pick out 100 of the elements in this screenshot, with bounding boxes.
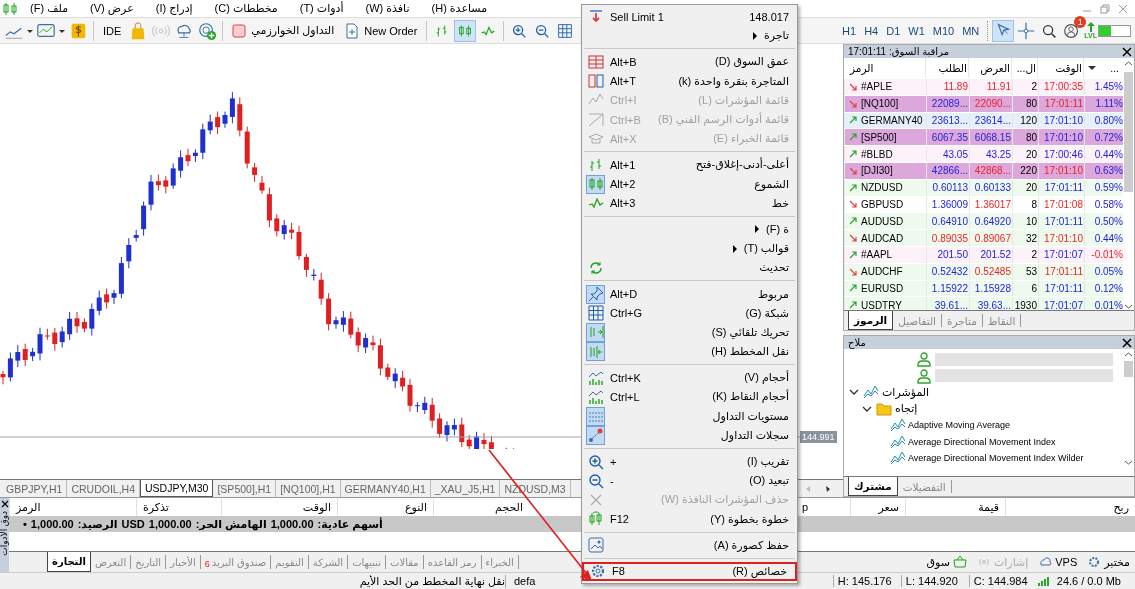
tree-item[interactable]: Average Directional Movement Index bbox=[908, 436, 1056, 447]
column-header[interactable]: العرض bbox=[968, 58, 1011, 78]
table-cell: 20 bbox=[1012, 179, 1038, 196]
algo-trading-button[interactable]: التداول الخوارزمي bbox=[227, 20, 340, 41]
menu-item[interactable]: مساعدة (H) bbox=[419, 2, 498, 15]
symbol-cell: AUDCAD bbox=[861, 232, 904, 244]
table-cell: 0.50% bbox=[1084, 213, 1124, 230]
table-row[interactable]: #BLBD 43.05 43.25 20 17:00:46 0.44% bbox=[844, 146, 1123, 163]
table-cell: 17:00:35 bbox=[1038, 79, 1084, 95]
timeframe-button[interactable]: H1 bbox=[839, 21, 860, 40]
table-cell: 220 bbox=[1012, 163, 1038, 179]
table-cell: 201.52 bbox=[969, 246, 1012, 263]
table-cell: 1.15928 bbox=[969, 280, 1012, 297]
table-cell: -0.01% bbox=[1084, 246, 1124, 263]
table-cell: 17:01:11 bbox=[1038, 95, 1084, 112]
table-cell: 0.64920 bbox=[969, 213, 1012, 230]
panel-tab[interactable]: VPS bbox=[1033, 555, 1083, 569]
timeframe-button[interactable]: M10 bbox=[929, 21, 958, 40]
table-cell: 17:01:11 bbox=[1038, 213, 1084, 230]
column-header[interactable]: الوقت bbox=[1037, 58, 1083, 78]
symbol-cell: AUDCHF bbox=[861, 266, 903, 278]
table-row[interactable]: AUDCAD 0.89035 0.89067 32 17:01:10 0.44% bbox=[844, 230, 1123, 247]
tree-item[interactable]: إتجاه bbox=[895, 402, 918, 416]
tree-item[interactable]: Adaptive Moving Average bbox=[908, 420, 1010, 431]
table-cell: 23614... bbox=[969, 112, 1012, 129]
panel-title: مراقبة السوق: 17:01:11 bbox=[848, 46, 949, 57]
table-cell: 1.36009 bbox=[926, 196, 969, 213]
price-label: 144.991 bbox=[800, 431, 837, 443]
menu-item[interactable]: قوالب (T) bbox=[582, 239, 797, 259]
table-row[interactable]: USDTRY 39.61... 39.63... 1930 17:01:07 0.01% bbox=[844, 297, 1123, 310]
table-cell: 0.60113 bbox=[926, 179, 969, 196]
table-cell: 0.52432 bbox=[926, 263, 969, 280]
tree-item[interactable]: Average Directional Movement Index Wilder bbox=[908, 453, 1084, 464]
menu-item[interactable]: Sell Limit 1 148.017 bbox=[582, 7, 797, 27]
table-cell: 80 bbox=[1012, 129, 1038, 146]
symbol-cell: [DJI30] bbox=[861, 165, 893, 177]
table-cell: 0.05% bbox=[1084, 263, 1124, 280]
symbol-cell: EURUSD bbox=[861, 282, 904, 294]
table-cell: 17:01:11 bbox=[1038, 179, 1084, 196]
menu-item[interactable]: إدراج (I) bbox=[143, 2, 203, 15]
panel-tab[interactable]: الرموز bbox=[848, 311, 894, 330]
panel-tab[interactable]: التجارة bbox=[47, 552, 91, 572]
ide-button[interactable]: IDE bbox=[98, 21, 127, 40]
table-cell: 17:01:08 bbox=[1038, 196, 1084, 213]
menu-item[interactable]: ة (F) bbox=[582, 219, 797, 240]
column-header[interactable]: ... bbox=[1083, 58, 1123, 78]
balance-text: • bbox=[23, 518, 27, 530]
table-cell: 42868... bbox=[969, 163, 1012, 179]
table-cell: 80 bbox=[1012, 95, 1038, 112]
menu-item[interactable]: أدوات (T) bbox=[287, 2, 354, 15]
table-cell: 0.52485 bbox=[969, 263, 1012, 280]
menu-item[interactable]: مخططات (C) bbox=[202, 2, 288, 15]
balance-text: الهامش الحر: bbox=[195, 517, 267, 531]
timeframe-button[interactable]: W1 bbox=[905, 21, 928, 40]
symbol-cell: [SP500] bbox=[861, 131, 897, 143]
table-cell: 6 bbox=[1012, 280, 1038, 297]
table-cell: 1.15922 bbox=[926, 280, 969, 297]
timeframe-button[interactable]: H4 bbox=[861, 21, 882, 40]
table-cell: 0.64910 bbox=[926, 213, 969, 230]
symbol-cell: GBPUSD bbox=[861, 198, 904, 210]
tree-item[interactable]: المؤشرات bbox=[882, 385, 930, 399]
column-header[interactable]: الطلب bbox=[925, 58, 968, 78]
table-row[interactable]: [SP500] 6067.35 6068.15 80 17:01:10 0.72% bbox=[844, 129, 1123, 147]
menu-item[interactable]: سجلات التداول bbox=[582, 425, 797, 445]
table-cell: 0.89035 bbox=[926, 230, 969, 246]
panel-tab[interactable]: سوق bbox=[921, 555, 972, 569]
symbol-cell: #AAPL bbox=[861, 249, 893, 261]
menu-item[interactable]: تحريك تلقائي (S) bbox=[582, 322, 797, 342]
balance-text: 1,000.00 bbox=[30, 518, 74, 530]
panel-tab[interactable]: مشترك bbox=[848, 477, 898, 496]
table-row[interactable]: AUDUSD 0.64910 0.64920 10 17:01:11 0.50% bbox=[844, 213, 1123, 231]
status-text: L: 144.920 bbox=[900, 575, 963, 587]
menu-item[interactable]: - تبعيد (O) bbox=[582, 471, 797, 491]
column-header[interactable]: الرمز bbox=[844, 58, 925, 78]
timeframe-button[interactable]: MN bbox=[959, 21, 983, 40]
new-order-button[interactable]: New Order bbox=[340, 19, 423, 42]
menu-item[interactable]: ملف (F) bbox=[18, 2, 79, 15]
symbol-cell: GERMANY40 bbox=[861, 115, 923, 126]
column-header[interactable]: ال... bbox=[1011, 58, 1037, 78]
menu-item[interactable]: مستويات التداول bbox=[582, 406, 797, 426]
chart-tab[interactable]: USDJPY,M30 bbox=[140, 480, 214, 497]
menu-item[interactable]: نافذة (W) bbox=[353, 2, 420, 15]
panel-tab[interactable]: مختبر bbox=[1082, 555, 1135, 569]
timeframe-button[interactable]: D1 bbox=[883, 21, 904, 40]
table-cell: 11.91 bbox=[969, 79, 1012, 95]
symbol-cell: NZDUSD bbox=[861, 182, 903, 194]
menu-item[interactable]: تاجرة bbox=[582, 26, 797, 46]
menu-item[interactable]: حفظ كصورة (A) bbox=[582, 535, 797, 555]
menu-item[interactable]: عرض (V) bbox=[78, 2, 144, 15]
symbol-cell: #BLBD bbox=[861, 148, 893, 160]
table-cell: 0.89067 bbox=[969, 230, 1012, 246]
table-cell: 43.25 bbox=[969, 146, 1012, 162]
menu-item[interactable]: تحديث bbox=[582, 258, 797, 278]
menu-item[interactable]: + تقريب (I) bbox=[582, 451, 797, 472]
panel-title: ملاح bbox=[848, 337, 866, 348]
table-row[interactable]: #APLE 11.89 11.91 2 17:00:35 1.45% bbox=[844, 79, 1123, 96]
table-cell: 1.36017 bbox=[969, 196, 1012, 213]
table-cell: 8 bbox=[1012, 196, 1038, 213]
table-cell: 22090... bbox=[969, 95, 1012, 112]
menu-item[interactable]: نقل المخطط (H) bbox=[582, 342, 797, 362]
